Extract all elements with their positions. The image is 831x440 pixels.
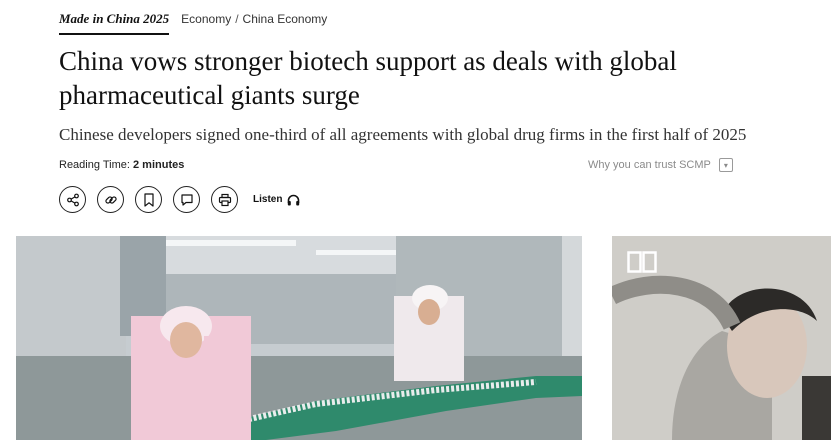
copy-link-button[interactable] (97, 186, 124, 213)
info-box-icon[interactable]: ▾ (718, 158, 733, 172)
breadcrumb-china-economy[interactable]: China Economy (243, 12, 328, 26)
listen-button[interactable]: Listen (253, 194, 300, 206)
section-tag[interactable]: Made in China 2025 (59, 11, 170, 35)
hero-image[interactable] (16, 236, 582, 440)
article-toolbar: Listen (59, 186, 300, 213)
trust-link[interactable]: Why you can trust SCMP ▾ (588, 158, 733, 172)
breadcrumb-economy[interactable]: Economy (181, 12, 231, 26)
bookmark-icon (143, 192, 154, 207)
reading-time-label: Reading Time: (59, 159, 130, 171)
comment-icon (180, 193, 193, 206)
share-icon (66, 193, 79, 206)
breadcrumb-links: Economy / China Economy (181, 12, 327, 26)
headphones-icon[interactable] (287, 194, 300, 206)
link-icon (104, 195, 117, 204)
trust-label[interactable]: Why you can trust SCMP (588, 159, 711, 171)
reading-time: Reading Time: 2 minutes (59, 159, 184, 171)
reading-time-value: 2 minutes (133, 159, 185, 171)
bookmark-button[interactable] (135, 186, 162, 213)
breadcrumb: Made in China 2025 Economy / China Economy (59, 11, 327, 35)
comment-button[interactable] (173, 186, 200, 213)
print-button[interactable] (211, 186, 238, 213)
print-icon (218, 193, 231, 206)
breadcrumb-separator: / (235, 12, 239, 26)
share-button[interactable] (59, 186, 86, 213)
article-headline: China vows stronger biotech support as d… (59, 46, 677, 110)
side-advertisement[interactable] (612, 236, 831, 440)
article-subheadline: Chinese developers signed one-third of a… (59, 125, 747, 144)
book-icon[interactable] (627, 251, 657, 273)
factory-photo (16, 236, 582, 440)
listen-label[interactable]: Listen (253, 194, 282, 205)
